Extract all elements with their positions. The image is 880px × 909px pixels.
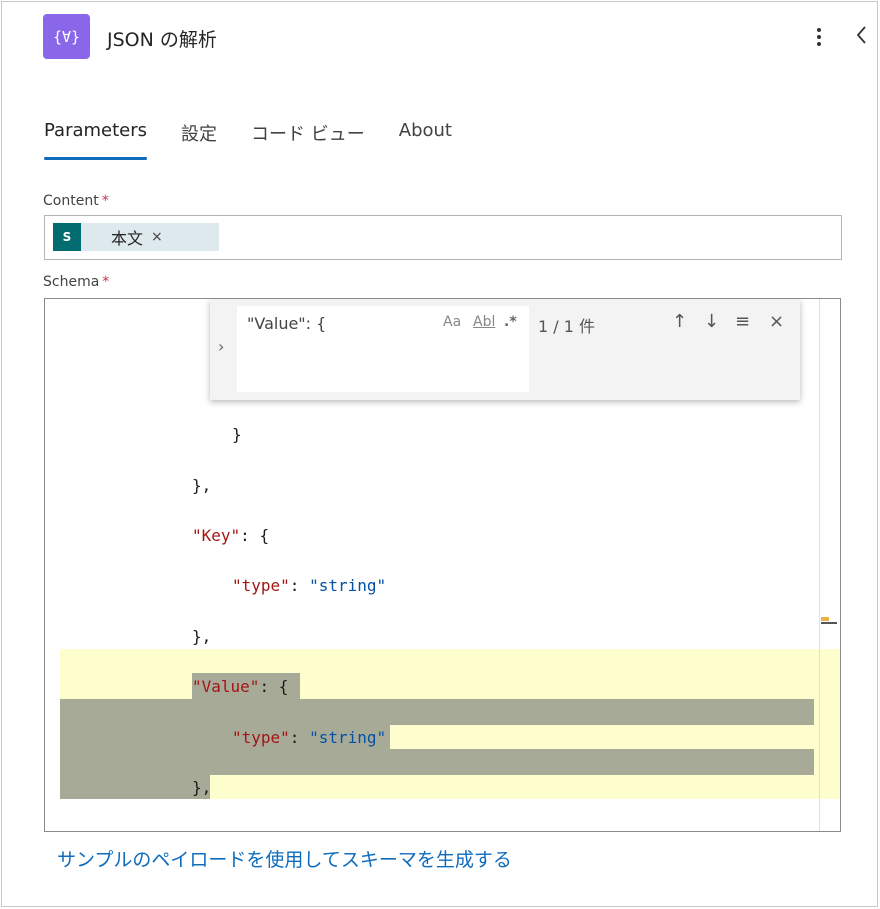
whole-word-button[interactable]: Abl xyxy=(473,314,495,330)
content-input[interactable]: S 本文 × xyxy=(44,215,842,260)
scrollbar-cursor-marker xyxy=(821,622,837,624)
panel-header: {∀} JSON の解析 xyxy=(2,2,877,72)
tab-code-view[interactable]: コード ビュー xyxy=(251,116,365,160)
json-key: "type" xyxy=(232,576,290,595)
code-line: "type": "string" xyxy=(232,576,387,595)
action-panel: {∀} JSON の解析 Parameters 設定 コード ビュー About… xyxy=(1,1,878,907)
generate-from-sample-link[interactable]: サンプルのペイロードを使用してスキーマを生成する xyxy=(57,845,512,872)
required-mark: * xyxy=(101,193,109,209)
dynamic-content-token[interactable]: S 本文 × xyxy=(53,223,219,251)
code-line: }, xyxy=(192,778,212,797)
next-match-button[interactable]: ↓ xyxy=(704,311,719,332)
dot-icon xyxy=(817,35,821,39)
code-line: "Value": { xyxy=(192,677,289,696)
dot-icon xyxy=(817,28,821,32)
match-count: 1 / 1 件 xyxy=(538,317,596,336)
tab-settings[interactable]: 設定 xyxy=(181,116,217,160)
selection-highlight xyxy=(60,775,210,799)
previous-match-button[interactable]: ↑ xyxy=(672,311,687,332)
more-options-button[interactable] xyxy=(810,22,828,52)
selection-highlight xyxy=(60,749,814,775)
tab-about[interactable]: About xyxy=(399,116,452,160)
find-in-selection-button[interactable]: ≡ xyxy=(735,311,750,332)
selection-highlight xyxy=(60,699,814,725)
code-line: "type": "string" xyxy=(232,728,387,747)
scrollbar-match-marker xyxy=(821,617,829,621)
content-label-text: Content xyxy=(43,193,99,209)
schema-label-text: Schema xyxy=(43,274,100,290)
find-query: "Value": { xyxy=(247,314,327,333)
find-widget: › "Value": { Aa Abl .* 1 / 1 件 ↑ ↓ ≡ × xyxy=(210,299,800,400)
json-value: "string" xyxy=(309,576,387,595)
code-line: } xyxy=(232,425,242,444)
tab-parameters[interactable]: Parameters xyxy=(44,116,148,160)
match-case-button[interactable]: Aa xyxy=(443,314,461,330)
editor-scrollbar[interactable] xyxy=(819,299,820,831)
collapse-panel-button[interactable] xyxy=(850,20,874,50)
code-line: }, xyxy=(192,476,212,495)
schema-editor[interactable]: } }, "Key": { "type": "string" }, "Value… xyxy=(44,298,841,832)
content-label: Content * xyxy=(43,193,109,209)
code-line: }, xyxy=(192,627,212,646)
sharepoint-icon: S xyxy=(53,223,81,251)
schema-label: Schema * xyxy=(43,274,109,290)
token-label: 本文 xyxy=(111,229,144,248)
json-key: "Key" xyxy=(192,526,241,545)
tab-bar: Parameters 設定 コード ビュー About xyxy=(44,116,486,162)
code-line: "Key": { xyxy=(192,526,270,545)
json-value: "string" xyxy=(309,728,387,747)
regex-button[interactable]: .* xyxy=(504,314,517,330)
chevron-left-icon xyxy=(856,26,866,44)
required-mark: * xyxy=(102,274,110,290)
panel-title: JSON の解析 xyxy=(107,29,217,51)
json-key: "type" xyxy=(232,728,290,747)
toggle-replace-button[interactable]: › xyxy=(218,337,224,356)
json-key: "Value" xyxy=(192,677,260,696)
token-remove-button[interactable]: × xyxy=(151,229,163,245)
parse-json-icon: {∀} xyxy=(43,14,90,59)
dot-icon xyxy=(817,42,821,46)
close-find-button[interactable]: × xyxy=(769,311,784,332)
